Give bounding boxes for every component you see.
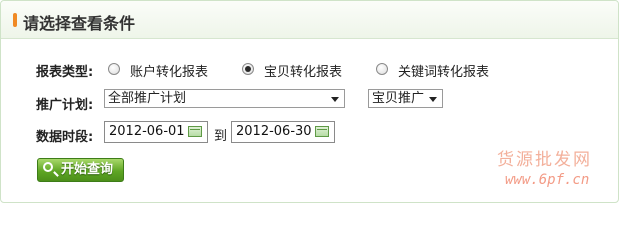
chevron-down-icon xyxy=(331,97,339,102)
start-query-button-label: 开始查询 xyxy=(61,162,114,177)
chevron-down-icon xyxy=(429,97,437,102)
end-date-value: 2012-06-30 xyxy=(236,124,312,139)
watermark-text: 货源批发网 xyxy=(497,150,592,170)
watermark-url: www.6pf.cn xyxy=(505,172,590,188)
radio-keyword-report[interactable] xyxy=(376,63,388,75)
radio-keyword-report-label[interactable]: 关键词转化报表 xyxy=(398,61,489,80)
plan-label: 推广计划: xyxy=(36,98,94,113)
start-date-value: 2012-06-01 xyxy=(109,124,185,139)
radio-item-report[interactable] xyxy=(242,63,254,75)
radio-item-report-label[interactable]: 宝贝转化报表 xyxy=(264,61,342,80)
start-date-field[interactable]: 2012-06-01 xyxy=(104,121,208,143)
calendar-icon[interactable] xyxy=(188,126,202,137)
plan-select-value: 全部推广计划 xyxy=(108,91,187,106)
plan-select[interactable]: 全部推广计划 xyxy=(104,89,345,108)
end-date-field[interactable]: 2012-06-30 xyxy=(231,121,335,143)
promotion-type-select[interactable]: 宝贝推广 xyxy=(368,89,443,108)
start-query-button[interactable]: 开始查询 xyxy=(37,158,124,182)
report-type-label: 报表类型: xyxy=(36,65,94,80)
panel-title: 请选择查看条件 xyxy=(23,14,136,33)
date-range-separator: 到 xyxy=(214,129,228,144)
panel-header: 请选择查看条件 xyxy=(1,1,618,39)
date-range-label: 数据时段: xyxy=(36,130,94,145)
calendar-icon[interactable] xyxy=(315,126,329,137)
radio-account-report-label[interactable]: 账户转化报表 xyxy=(130,61,208,80)
magnifier-icon xyxy=(43,162,53,172)
promotion-type-select-value: 宝贝推广 xyxy=(372,91,425,106)
radio-account-report[interactable] xyxy=(108,63,120,75)
header-accent-bar xyxy=(13,13,17,27)
